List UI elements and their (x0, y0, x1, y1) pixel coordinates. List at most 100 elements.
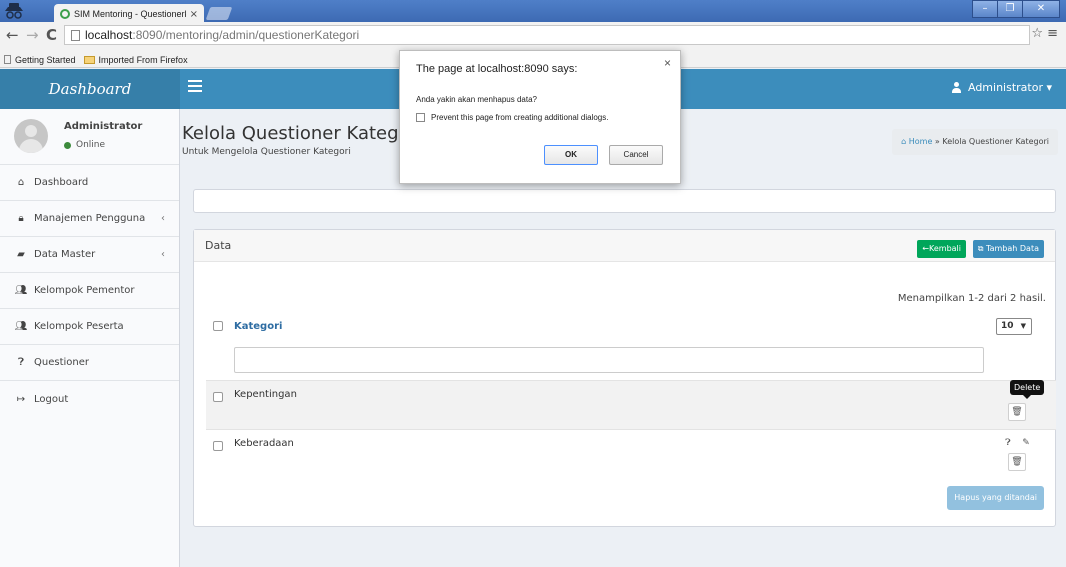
sidebar-item-label: Questioner (34, 357, 89, 368)
view-button[interactable]: ❓︎ (999, 435, 1017, 453)
close-icon[interactable]: × (664, 56, 671, 70)
ok-button[interactable]: OK (544, 145, 598, 165)
sidebar-item-data-master[interactable]: ▰ Data Master ‹ (0, 237, 179, 273)
chevron-left-icon: ‹ (161, 213, 165, 224)
breadcrumb: ⌂ Home » Kelola Questioner Kategori (892, 129, 1058, 155)
sidebar-item-label: Dashboard (34, 177, 89, 188)
address-bar[interactable]: localhost:8090/mentoring/admin/questione… (64, 25, 1030, 45)
back-button[interactable]: ←Kembali (917, 240, 966, 258)
page-subtitle: Untuk Mengelola Questioner Kategori (182, 147, 351, 157)
user-status: Online (64, 140, 105, 150)
trash-icon: 🗑︎ (1011, 457, 1023, 467)
dialog-message: Anda yakin akan menhapus data? (416, 95, 537, 104)
box-header: Data ←Kembali ⧉ Tambah Data (194, 230, 1055, 262)
trash-icon: 🗑︎ (1011, 407, 1023, 417)
table-header: Kategori 10 ▼ (206, 318, 1046, 338)
data-box: Data ←Kembali ⧉ Tambah Data Menampilkan … (193, 229, 1056, 527)
user-menu[interactable]: Administrator ▾ (951, 81, 1052, 94)
prevent-dialogs-checkbox[interactable] (416, 113, 425, 122)
results-summary: Menampilkan 1-2 dari 2 hasil. (897, 293, 1046, 304)
favicon-icon (60, 9, 70, 19)
sidebar-item-dashboard[interactable]: ⌂ Dashboard (0, 165, 179, 201)
back-icon[interactable]: ← (6, 26, 19, 44)
browser-tab[interactable]: SIM Mentoring - Questionerk × (54, 4, 204, 22)
lock-icon: 🔒︎ (18, 213, 24, 224)
box-title: Data (205, 239, 232, 252)
bookmark-imported-from-firefox[interactable]: Imported From Firefox (83, 54, 188, 65)
folder-icon (83, 55, 95, 64)
sidebar-item-label: Kelompok Pementor (34, 285, 135, 296)
bookmark-label: Imported From Firefox (98, 54, 188, 65)
delete-tooltip: Delete (1010, 380, 1045, 399)
browser-titlebar: SIM Mentoring - Questionerk × – ❐ ✕ (0, 0, 1066, 22)
caret-down-icon: ▼ (1020, 322, 1026, 330)
close-window-button[interactable]: ✕ (1022, 0, 1060, 18)
sidebar-item-label: Data Master (34, 249, 96, 260)
cancel-button[interactable]: Cancel (609, 145, 663, 165)
home-icon: ⌂ (17, 177, 25, 188)
empty-box (193, 189, 1056, 213)
incognito-icon (3, 1, 25, 20)
delete-button[interactable]: 🗑︎ (1008, 453, 1026, 471)
kategori-filter-input[interactable] (234, 347, 984, 373)
avatar (14, 119, 48, 153)
pencil-icon: ✎ (1022, 438, 1030, 448)
confirm-dialog: The page at localhost:8090 says: × Anda … (399, 50, 681, 184)
window-controls: – ❐ ✕ (972, 0, 1060, 18)
delete-button[interactable]: 🗑︎ (1008, 403, 1026, 421)
reload-icon[interactable]: C (46, 26, 57, 44)
minimize-button[interactable]: – (972, 0, 998, 18)
row-kategori: Kepentingan (234, 389, 297, 400)
user-name: Administrator (64, 121, 143, 132)
sidebar-item-kelompok-pementor[interactable]: 👥︎ Kelompok Pementor (0, 273, 179, 309)
tab-close-button[interactable]: × (190, 9, 198, 20)
user-menu-label: Administrator ▾ (967, 81, 1052, 94)
breadcrumb-home-label: Home (908, 137, 933, 146)
url-path: :8090/mentoring/admin/questionerKategori (132, 28, 360, 42)
book-icon: ▰ (17, 249, 25, 260)
users-icon: 👥︎ (14, 321, 28, 332)
url-host: localhost (85, 28, 133, 42)
user-panel: Administrator Online (0, 109, 179, 165)
sidebar-item-manajemen-pengguna[interactable]: 🔒︎ Manajemen Pengguna ‹ (0, 201, 179, 237)
breadcrumb-separator: » (934, 137, 940, 146)
bookmark-getting-started[interactable]: Getting Started (4, 55, 76, 65)
page-icon (4, 55, 11, 64)
tab-title: SIM Mentoring - Questionerk (74, 9, 186, 19)
new-tab-button[interactable] (205, 7, 233, 20)
sidebar-item-label: Logout (34, 393, 69, 405)
table-row: Kepentingan Delete 🗑︎ (206, 380, 1056, 429)
prevent-dialogs-option[interactable]: Prevent this page from creating addition… (416, 113, 608, 122)
table-row: Keberadaan ❓︎ ✎ 🗑︎ (206, 429, 1056, 478)
maximize-button[interactable]: ❐ (997, 0, 1023, 18)
menu-icon[interactable]: ☆ ≡ (1031, 26, 1058, 41)
sidebar-item-label: Kelompok Peserta (34, 321, 124, 332)
question-circle-icon: ❓︎ (1005, 438, 1011, 448)
forward-icon[interactable]: → (26, 26, 39, 44)
sidebar-item-label: Manajemen Pengguna (34, 213, 146, 224)
row-checkbox[interactable] (213, 392, 223, 402)
sidebar-item-questioner[interactable]: ❓︎ Questioner (0, 345, 179, 381)
column-header-kategori[interactable]: Kategori (234, 321, 282, 332)
add-data-button[interactable]: ⧉ Tambah Data (972, 240, 1044, 258)
page-size-select[interactable]: 10 ▼ (996, 318, 1032, 335)
sidebar-toggle-icon[interactable] (188, 80, 202, 95)
add-data-label: Tambah Data (986, 244, 1039, 253)
sidebar-item-logout[interactable]: ↦ Logout (0, 381, 179, 417)
prevent-dialogs-label: Prevent this page from creating addition… (431, 113, 609, 122)
sidebar-item-kelompok-peserta[interactable]: 👥︎ Kelompok Peserta (0, 309, 179, 345)
row-checkbox[interactable] (213, 441, 223, 451)
breadcrumb-home-link[interactable]: ⌂ Home (901, 137, 932, 146)
sidebar: Administrator Online ⌂ Dashboard 🔒︎ Mana… (0, 109, 180, 567)
browser-toolbar: ← → C localhost:8090/mentoring/admin/que… (0, 22, 1066, 52)
row-kategori: Keberadaan (234, 438, 294, 449)
edit-button[interactable]: ✎ (1017, 435, 1035, 453)
bulk-delete-button[interactable]: Hapus yang ditandai (947, 486, 1044, 510)
users-icon: 👥︎ (14, 285, 28, 296)
dialog-title: The page at localhost:8090 says: (416, 63, 578, 75)
user-status-label: Online (76, 140, 106, 150)
page-icon (71, 29, 80, 41)
bookmark-label: Getting Started (15, 54, 76, 65)
select-all-checkbox[interactable] (213, 321, 223, 331)
logo[interactable]: Dashboard (0, 69, 180, 109)
